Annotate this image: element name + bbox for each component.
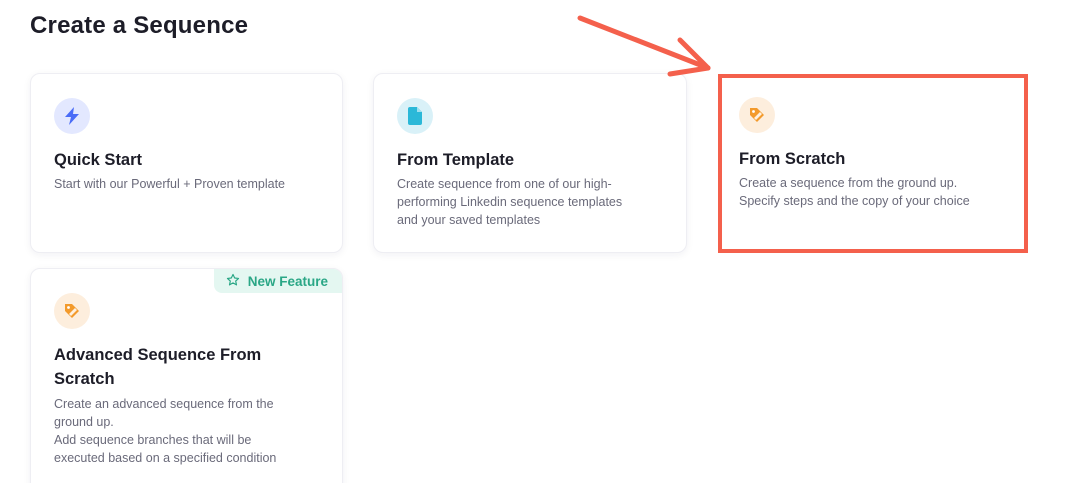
- pen-tag-icon: [54, 293, 90, 329]
- page-title: Create a Sequence: [30, 12, 249, 39]
- star-outline-icon: [226, 273, 240, 290]
- new-feature-label: New Feature: [247, 273, 328, 289]
- create-sequence-page: Create a Sequence Quick Start Start with…: [0, 0, 1076, 483]
- from-template-title: From Template: [397, 151, 515, 169]
- pen-tag-icon: [739, 97, 775, 133]
- quick-start-description: Start with our Powerful + Proven templat…: [54, 177, 286, 191]
- from-scratch-title: From Scratch: [739, 150, 846, 168]
- document-icon: [397, 98, 433, 134]
- advanced-sequence-card[interactable]: New Feature Advanced Sequence From Scrat…: [30, 268, 343, 483]
- from-scratch-description: Create a sequence from the ground up. Sp…: [739, 176, 970, 208]
- advanced-sequence-title: Advanced Sequence From Scratch: [54, 346, 262, 388]
- advanced-sequence-description: Create an advanced sequence from the gro…: [54, 397, 277, 465]
- quick-start-card[interactable]: Quick Start Start with our Powerful + Pr…: [30, 73, 343, 253]
- new-feature-badge: New Feature: [213, 269, 342, 293]
- from-template-card[interactable]: From Template Create sequence from one o…: [373, 73, 687, 253]
- quick-start-title: Quick Start: [54, 151, 143, 169]
- from-scratch-card[interactable]: From Scratch Create a sequence from the …: [716, 73, 1029, 253]
- lightning-bolt-icon: [54, 98, 90, 134]
- from-template-description: Create sequence from one of our high- pe…: [397, 177, 623, 227]
